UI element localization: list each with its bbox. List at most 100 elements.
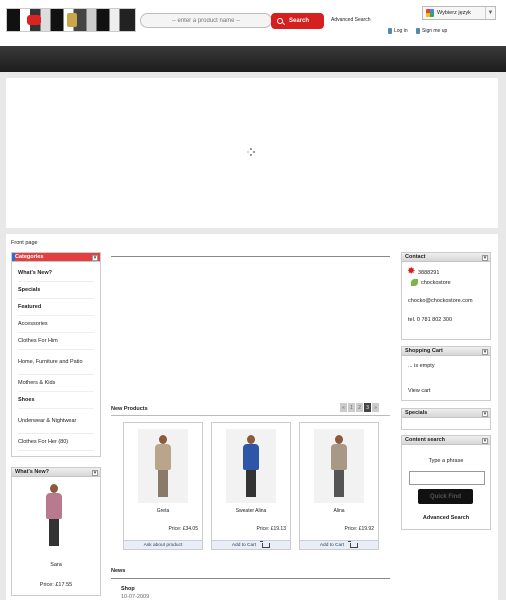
whats-new-title: What's New? (15, 469, 50, 475)
category-list: What's New? Specials Featured Accessorie… (12, 262, 100, 454)
skype-icon (411, 279, 418, 286)
pager-page-2[interactable]: 2 (356, 403, 363, 412)
login-link[interactable]: Log in (388, 28, 408, 34)
pager-page-3[interactable]: 3 (364, 403, 371, 412)
ask-about-product-label: Ask about product (143, 542, 183, 548)
categories-box: Categories ▾ What's New? Specials Featur… (11, 252, 101, 457)
specials-header: Specials ▾ (402, 409, 490, 418)
pager-prev[interactable]: « (340, 403, 347, 412)
pager-page-1[interactable]: 1 (348, 403, 355, 412)
google-translate-icon (426, 9, 434, 17)
store-logo[interactable] (6, 8, 136, 32)
collapse-icon[interactable]: ▾ (482, 348, 488, 355)
shopping-cart-header: Shopping Cart ▾ (402, 347, 490, 356)
whats-new-product-price: Price: £17.55 (39, 582, 73, 588)
category-item-featured[interactable]: Featured (18, 299, 94, 316)
pagination: « 1 2 3 » (340, 403, 379, 413)
lock-icon (388, 28, 392, 34)
news-item-date: 10-07-2009 (121, 594, 150, 600)
contact-header: Contact ▾ (402, 253, 490, 262)
product-image[interactable] (138, 429, 188, 503)
category-item-clothes-for-him[interactable]: Clothes For Him (18, 333, 94, 350)
content-search-input[interactable] (409, 471, 485, 485)
loading-spinner-icon (247, 148, 255, 156)
signup-label: Sign me up (422, 28, 448, 34)
advanced-search-link[interactable]: Advanced Search (331, 17, 370, 23)
search-button[interactable]: Search (271, 13, 324, 29)
contact-tel: tel. 0 781 802 300 (408, 317, 453, 323)
contact-email[interactable]: chocko@chockostore.com (408, 298, 473, 304)
category-item-shoes[interactable]: Shoes (18, 392, 94, 409)
logo-graphic (67, 13, 77, 27)
user-icon (416, 28, 420, 34)
categories-title: Categories (15, 254, 44, 260)
category-item-home[interactable]: Home, Furniture and Patio (18, 350, 94, 375)
ask-about-product-button[interactable]: Ask about product (124, 540, 202, 549)
product-image[interactable] (314, 429, 364, 503)
category-item-whats-new[interactable]: What's New? (18, 265, 94, 282)
categories-header: Categories ▾ (12, 253, 100, 262)
whats-new-header: What's New? ▾ (12, 468, 100, 477)
breadcrumb: Front page (11, 240, 38, 246)
product-name[interactable]: Sweater Alina (212, 508, 290, 514)
product-image[interactable] (226, 429, 276, 503)
product-card: Alina Price: £19.92 Add to Cart (299, 422, 379, 550)
product-price: Price: £34.05 (168, 526, 198, 532)
chevron-down-icon: ▼ (485, 7, 495, 19)
product-price: Price: £19.92 (344, 526, 374, 532)
whats-new-product-image[interactable] (35, 484, 73, 554)
product-name[interactable]: Alina (300, 508, 378, 514)
category-item-accessories[interactable]: Accessories (18, 316, 94, 333)
divider (111, 578, 390, 579)
shopping-cart-title: Shopping Cart (405, 348, 443, 354)
logo-graphic (27, 15, 41, 25)
language-label: Wybierz język (437, 10, 471, 16)
product-card: Greta Price: £34.05 Ask about product (123, 422, 203, 550)
content-search-title: Content search (405, 437, 446, 443)
add-to-cart-button[interactable]: Add to Cart (212, 540, 290, 549)
collapse-icon[interactable]: ▾ (482, 410, 488, 417)
content-advanced-search-link[interactable]: Advanced Search (401, 515, 491, 521)
contact-title: Contact (405, 254, 426, 260)
login-label: Log in (394, 28, 408, 34)
add-to-cart-label: Add to Cart (319, 542, 345, 548)
product-card: Sweater Alina Price: £19.13 Add to Cart (211, 422, 291, 550)
collapse-icon[interactable]: ▾ (92, 254, 98, 261)
search-field-wrapper (140, 13, 272, 28)
gadu-gadu-icon: ✸ (407, 266, 416, 277)
search-button-label: Search (289, 18, 310, 24)
divider (111, 415, 390, 416)
contact-skype[interactable]: chockostore (421, 280, 451, 286)
search-input[interactable] (141, 14, 271, 27)
search-icon (277, 18, 283, 24)
view-cart-link[interactable]: View cart (408, 388, 431, 394)
cart-icon (348, 540, 359, 548)
whats-new-product-name[interactable]: Sara (11, 562, 101, 568)
category-item-clothes-for-her[interactable]: Clothes For Her (80) (18, 434, 94, 451)
specials-box: Specials ▾ (401, 408, 491, 430)
collapse-icon[interactable]: ▾ (482, 437, 488, 444)
signup-link[interactable]: Sign me up (416, 28, 447, 34)
quick-find-button[interactable]: Quick Find (418, 489, 473, 504)
category-item-mothers-kids[interactable]: Mothers & Kids (18, 375, 94, 392)
category-item-specials[interactable]: Specials (18, 282, 94, 299)
specials-title: Specials (405, 410, 428, 416)
add-to-cart-label: Add to Cart (231, 542, 257, 548)
pager-next[interactable]: » (372, 403, 379, 412)
cart-icon (260, 540, 271, 548)
product-price: Price: £19.13 (256, 526, 286, 532)
news-item-title[interactable]: Shop (121, 586, 135, 592)
category-item-underwear[interactable]: Underwear & Nightwear (18, 409, 94, 434)
add-to-cart-button[interactable]: Add to Cart (300, 540, 378, 549)
new-products-title: New Products (111, 406, 148, 412)
content-search-header: Content search ▾ (402, 436, 490, 445)
header: Search Advanced Search Wybierz język ▼ L… (0, 0, 506, 46)
collapse-icon[interactable]: ▾ (92, 469, 98, 476)
cart-status: ... is empty (408, 363, 435, 369)
contact-phone: 3888291 (418, 270, 440, 276)
content-search-label: Type a phrase (428, 458, 464, 464)
collapse-icon[interactable]: ▾ (482, 254, 488, 261)
language-selector[interactable]: Wybierz język ▼ (422, 6, 496, 20)
news-title: News (111, 568, 126, 574)
product-name[interactable]: Greta (124, 508, 202, 514)
